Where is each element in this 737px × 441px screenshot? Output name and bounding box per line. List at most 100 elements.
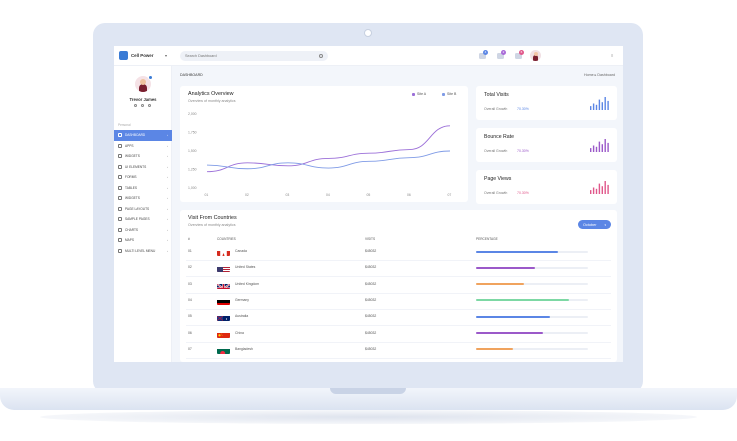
analytics-card: Analytics Overview Overview of monthly a… bbox=[180, 86, 468, 202]
x-tick-label: 05 bbox=[367, 193, 371, 197]
row-number: 03 bbox=[188, 281, 192, 286]
sidebar-item-widgets[interactable]: WIDGETS › bbox=[114, 151, 172, 162]
breadcrumb[interactable]: Home ▸ Dashboard bbox=[584, 73, 615, 77]
stat-value: 70.30% bbox=[517, 191, 529, 195]
countries-title: Visit From Countries bbox=[188, 215, 237, 221]
mini-bar bbox=[601, 186, 603, 194]
row-number: 07 bbox=[188, 346, 192, 351]
sidebar-item-dashboard[interactable]: DASHBOARD › bbox=[114, 130, 172, 141]
user-name: Trevor James bbox=[129, 97, 157, 102]
sidebar-item-label: APPS bbox=[125, 143, 134, 148]
sidebar-item-sample-pages[interactable]: SAMPLE PAGES › bbox=[114, 214, 172, 225]
search-input[interactable] bbox=[185, 54, 315, 58]
mini-bar bbox=[595, 104, 598, 110]
sidebar-item-charts[interactable]: CHARTS › bbox=[114, 225, 172, 236]
mini-bar bbox=[601, 102, 603, 110]
avatar[interactable] bbox=[530, 50, 541, 61]
brand[interactable]: Cell Power bbox=[119, 51, 153, 60]
table-row[interactable]: 06 China $45032 bbox=[180, 326, 617, 342]
forms-icon bbox=[118, 175, 122, 180]
month-label: October bbox=[583, 222, 597, 227]
chevron-down-icon[interactable]: ▾ bbox=[165, 53, 167, 58]
table-row[interactable]: 03 United Kingdom $45032 bbox=[180, 277, 617, 293]
sidebar-item-forms[interactable]: FORMS › bbox=[114, 172, 172, 183]
mini-bar bbox=[595, 188, 598, 194]
menu-icon[interactable]: ≡ bbox=[611, 53, 613, 58]
month-dropdown[interactable]: October ▾ bbox=[578, 220, 611, 229]
country-name: China bbox=[235, 330, 244, 335]
online-status-dot bbox=[148, 75, 153, 80]
power-icon[interactable] bbox=[148, 104, 151, 107]
sidebar-item-tables[interactable]: TABLES › bbox=[114, 183, 172, 194]
flag-us-icon bbox=[217, 263, 230, 273]
mail-icon[interactable] bbox=[141, 104, 144, 107]
stat-title: Bounce Rate bbox=[484, 134, 514, 140]
mini-bar bbox=[590, 148, 592, 152]
flag-cn-icon bbox=[217, 329, 230, 338]
mini-bar bbox=[590, 106, 592, 110]
mini-bar bbox=[604, 97, 606, 110]
countries-card: Visit From Countries Overview of monthly… bbox=[180, 210, 617, 362]
settings-icon[interactable] bbox=[134, 104, 137, 107]
cart-icon[interactable]: 2 bbox=[496, 50, 506, 61]
table-row[interactable]: 07 Bangladesh $45032 bbox=[180, 342, 617, 358]
topbar: Cell Power ▾ 4 2 6 ≡ bbox=[114, 46, 623, 66]
row-number: 01 bbox=[188, 249, 192, 253]
x-tick-label: 04 bbox=[326, 193, 330, 197]
flag-gb-icon bbox=[217, 280, 230, 289]
search-bar[interactable] bbox=[180, 51, 328, 61]
cart-badge: 2 bbox=[501, 50, 506, 55]
mail-icon[interactable]: 4 bbox=[478, 50, 488, 61]
sidebar-item-maps[interactable]: MAPS › bbox=[114, 235, 172, 246]
table-row[interactable]: 01 Canada $45032 bbox=[180, 244, 617, 260]
sample-pages-icon bbox=[118, 217, 122, 222]
table-row[interactable]: 02 United States $45032 bbox=[180, 260, 617, 276]
tables-icon bbox=[118, 185, 122, 190]
nav-section-label: Personal bbox=[118, 123, 131, 127]
table-row[interactable]: 04 Germany $45032 bbox=[180, 293, 617, 309]
dashboard-screen: Cell Power ▾ 4 2 6 ≡ Trevor James Person… bbox=[114, 46, 623, 362]
sidebar-item-label: MULTI LEVEL MENU bbox=[125, 248, 156, 253]
analytics-line-chart: 1,000 1,250 1,500 1,750 2,000 01 02 03 04 05 06 07 bbox=[188, 112, 451, 197]
sidebar-item-multi-level-menu[interactable]: MULTI LEVEL MENU › bbox=[114, 246, 172, 257]
stat-label: Overall Growth bbox=[484, 107, 508, 111]
mini-bar bbox=[604, 181, 606, 194]
country-name: Bangladesh bbox=[235, 346, 253, 351]
row-number: 04 bbox=[188, 297, 192, 302]
col-header-percentage: PERCENTAGE bbox=[476, 237, 498, 241]
chevron-right-icon: › bbox=[167, 238, 168, 242]
sidebar-item-apps[interactable]: APPS › bbox=[114, 141, 172, 152]
bell-icon[interactable]: 6 bbox=[514, 50, 524, 61]
page-title: DASHBOARD bbox=[180, 73, 203, 77]
sidebar-item-page-layouts[interactable]: PAGE LAYOUTS › bbox=[114, 204, 172, 215]
sidebar-item-label: CHARTS bbox=[125, 227, 139, 232]
bell-badge: 6 bbox=[519, 50, 524, 55]
series-line-site-b bbox=[206, 150, 451, 170]
y-tick-label: 1,500 bbox=[188, 149, 197, 153]
chevron-right-icon: › bbox=[167, 154, 168, 158]
table-row[interactable]: 05 Australia $45032 bbox=[180, 309, 617, 325]
widgets-icon bbox=[118, 154, 122, 159]
chevron-right-icon: › bbox=[167, 206, 168, 211]
sidebar-item-ui-elements[interactable]: UI ELEMENTS › bbox=[114, 162, 172, 173]
flag-bd-icon bbox=[217, 345, 230, 354]
percentage-bar bbox=[476, 250, 558, 253]
visits-value: $45032 bbox=[365, 330, 377, 335]
countries-subtitle: Overview of monthly analytics bbox=[188, 223, 236, 227]
chevron-right-icon: › bbox=[167, 227, 168, 232]
sidebar-item-label: UI ELEMENTS bbox=[125, 164, 147, 169]
sidebar-item-widgets[interactable]: WIDGETS › bbox=[114, 193, 172, 204]
chevron-right-icon: › bbox=[167, 164, 168, 169]
stat-value: 70.30% bbox=[517, 149, 529, 153]
percentage-track bbox=[476, 283, 588, 286]
stat-mini-bar-chart bbox=[590, 97, 609, 110]
brand-logo-icon bbox=[119, 51, 128, 60]
search-icon[interactable] bbox=[319, 53, 323, 58]
chevron-right-icon: › bbox=[167, 133, 168, 137]
stat-mini-bar-chart bbox=[590, 181, 609, 194]
mini-bar bbox=[590, 190, 592, 194]
chevron-right-icon: › bbox=[167, 143, 168, 148]
visits-value: $45032 bbox=[365, 281, 377, 286]
sidebar-nav: DASHBOARD › APPS › WIDGETS › UI ELEMENTS › FORMS… bbox=[114, 130, 172, 256]
x-tick-label: 02 bbox=[245, 193, 249, 197]
